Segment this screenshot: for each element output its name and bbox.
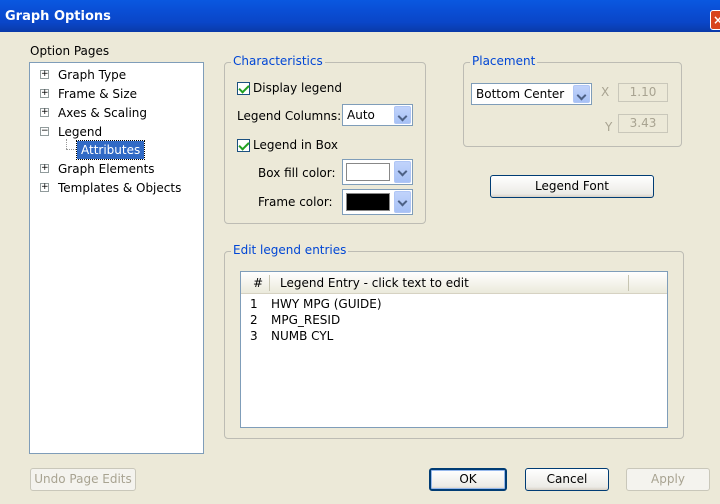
- placement-value: Bottom Center: [476, 87, 565, 101]
- cancel-button[interactable]: Cancel: [525, 468, 609, 491]
- expand-icon[interactable]: +: [40, 183, 49, 192]
- display-legend-label: Display legend: [253, 81, 342, 95]
- placement-title: Placement: [470, 54, 538, 68]
- chevron-down-icon[interactable]: [394, 191, 411, 213]
- tree-item-label: Attributes: [75, 140, 146, 160]
- title-bar: Graph Options: [0, 0, 720, 32]
- legend-font-button[interactable]: Legend Font: [490, 175, 654, 198]
- column-header-number[interactable]: #: [253, 276, 263, 290]
- legend-columns-label: Legend Columns:: [237, 109, 342, 123]
- expand-icon[interactable]: +: [40, 108, 49, 117]
- option-pages-label: Option Pages: [30, 44, 110, 58]
- row-number: 3: [250, 329, 258, 343]
- apply-button[interactable]: Apply: [626, 468, 710, 491]
- option-pages-tree[interactable]: + Graph Type + Frame & Size + Axes & Sca…: [29, 62, 204, 454]
- tree-item-label: Frame & Size: [58, 87, 138, 101]
- characteristics-title: Characteristics: [231, 54, 325, 68]
- expand-icon[interactable]: +: [40, 70, 49, 79]
- tree-item-label: Legend: [58, 125, 103, 139]
- legend-columns-select[interactable]: Auto: [342, 104, 413, 126]
- window-title: Graph Options: [5, 9, 111, 24]
- x-field: 1.10: [618, 83, 668, 102]
- chevron-down-icon[interactable]: [394, 106, 411, 124]
- legend-in-box-label: Legend in Box: [253, 138, 338, 152]
- frame-color-label: Frame color:: [258, 195, 333, 209]
- y-label: Y: [605, 120, 613, 134]
- row-entry[interactable]: HWY MPG (GUIDE): [271, 297, 382, 311]
- frame-color-swatch: [346, 193, 390, 211]
- expand-icon[interactable]: +: [40, 89, 49, 98]
- expand-icon[interactable]: +: [40, 164, 49, 173]
- chevron-down-icon[interactable]: [573, 85, 590, 103]
- y-field: 3.43: [618, 114, 668, 133]
- column-separator[interactable]: [269, 275, 270, 291]
- collapse-icon[interactable]: −: [40, 127, 49, 136]
- column-header-entry[interactable]: Legend Entry - click text to edit: [280, 276, 469, 290]
- list-row[interactable]: 1 HWY MPG (GUIDE): [241, 296, 667, 312]
- row-number: 1: [250, 297, 258, 311]
- tree-item-label: Axes & Scaling: [58, 106, 148, 120]
- tree-item-label: Graph Elements: [58, 162, 155, 176]
- tree-item-label: Templates & Objects: [58, 181, 182, 195]
- chevron-down-icon[interactable]: [394, 161, 411, 183]
- legend-columns-value: Auto: [347, 108, 375, 122]
- list-row[interactable]: 3 NUMB CYL: [241, 328, 667, 344]
- box-fill-color-label: Box fill color:: [258, 166, 336, 180]
- x-label: X: [601, 85, 610, 99]
- list-row[interactable]: 2 MPG_RESID: [241, 312, 667, 328]
- legend-in-box-checkbox[interactable]: [237, 139, 250, 152]
- row-entry[interactable]: MPG_RESID: [271, 313, 340, 327]
- column-separator[interactable]: [628, 275, 629, 291]
- undo-page-edits-button[interactable]: Undo Page Edits: [30, 468, 136, 491]
- box-fill-color-swatch: [346, 163, 390, 181]
- ok-button[interactable]: OK: [429, 468, 507, 491]
- list-header: # Legend Entry - click text to edit: [241, 272, 667, 294]
- display-legend-checkbox[interactable]: [237, 82, 250, 95]
- row-number: 2: [250, 313, 258, 327]
- placement-select[interactable]: Bottom Center: [471, 83, 592, 105]
- box-fill-color-picker[interactable]: [342, 159, 413, 185]
- close-icon[interactable]: ×: [710, 10, 720, 30]
- tree-connector: [66, 149, 76, 150]
- tree-connector: [66, 139, 67, 149]
- row-entry[interactable]: NUMB CYL: [271, 329, 333, 343]
- tree-item-label: Graph Type: [58, 68, 127, 82]
- legend-entries-list[interactable]: # Legend Entry - click text to edit 1 HW…: [240, 271, 668, 428]
- frame-color-picker[interactable]: [342, 189, 413, 215]
- edit-entries-title: Edit legend entries: [231, 243, 349, 257]
